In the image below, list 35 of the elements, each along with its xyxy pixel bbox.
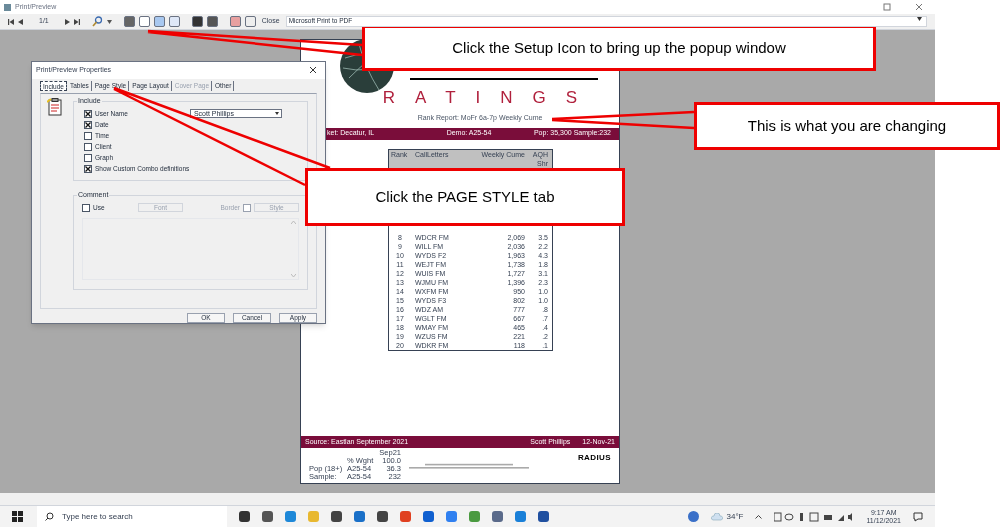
checkbox[interactable] <box>84 120 92 129</box>
previous-page-icon[interactable] <box>18 18 23 25</box>
check-icon <box>85 121 91 128</box>
last-page-icon[interactable] <box>73 18 80 25</box>
caret-icon[interactable] <box>106 19 112 24</box>
check-icon <box>85 165 91 172</box>
clipboard-icon <box>47 97 63 116</box>
next-page-icon[interactable] <box>64 18 70 25</box>
checkbox[interactable] <box>84 109 92 118</box>
first-page-icon[interactable] <box>8 18 14 25</box>
notification-icon[interactable] <box>913 511 923 522</box>
callout-box: Click the Setup Icon to bring up the popup window <box>362 25 876 71</box>
restore-icon[interactable] <box>883 3 891 11</box>
temperature[interactable]: 34°F <box>726 510 744 523</box>
tray-icons-drawing[interactable] <box>774 511 855 522</box>
callout-box: This is what you are changing <box>694 102 1000 150</box>
callout-box: Click the PAGE STYLE tab <box>305 168 625 226</box>
checkbox[interactable] <box>84 142 92 151</box>
checkbox[interactable] <box>243 203 251 212</box>
checkbox[interactable] <box>84 153 92 162</box>
caret-icon <box>274 112 279 116</box>
checkbox[interactable] <box>84 164 92 173</box>
report-title: RATINGS <box>381 88 598 108</box>
caret-icon <box>917 17 922 21</box>
zoom-icon[interactable] <box>91 16 103 27</box>
cloud-icon <box>710 512 723 521</box>
search-icon <box>45 512 54 521</box>
caret-icon[interactable] <box>755 514 763 519</box>
close-icon[interactable] <box>309 66 317 75</box>
radius-logo: RADIUS <box>577 452 611 464</box>
checkbox[interactable] <box>84 131 92 140</box>
check-icon <box>85 110 91 117</box>
search-field[interactable]: Type here to search <box>37 505 227 527</box>
windows-start-icon[interactable] <box>12 511 23 522</box>
checkbox[interactable] <box>82 203 90 212</box>
